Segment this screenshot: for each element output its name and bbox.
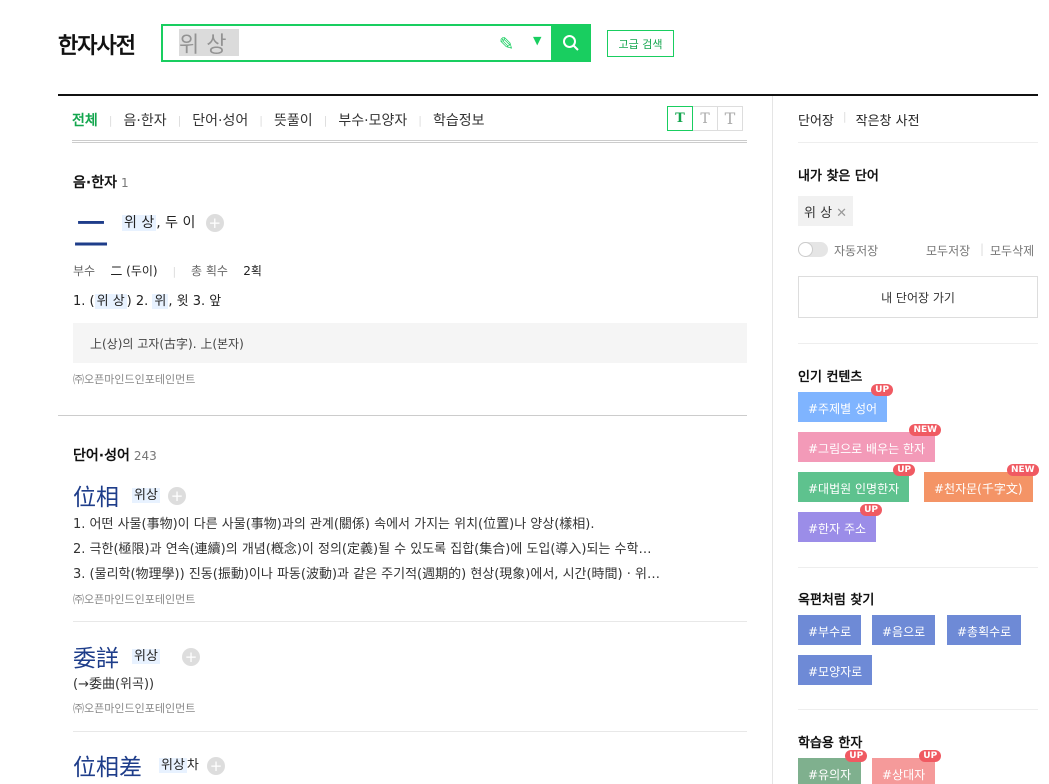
- go-wordbook-button[interactable]: 내 단어장 가기: [798, 276, 1038, 318]
- sidebar-header: 단어장 | 작은창 사전: [798, 110, 920, 129]
- save-all-button[interactable]: 모두저장: [926, 242, 970, 259]
- okpyeon-tag[interactable]: #음으로: [872, 615, 936, 645]
- okpyeon-tag[interactable]: #총획수로: [947, 615, 1022, 645]
- popular-tag[interactable]: #그림으로 배우는 한자 NEW: [798, 424, 942, 462]
- popular-tag[interactable]: #천자문(千字文) NEW: [924, 464, 1039, 502]
- text-size-large[interactable]: T: [717, 106, 743, 131]
- advanced-search-button[interactable]: 고급 검색: [607, 30, 674, 57]
- search-icon: [563, 35, 579, 51]
- status-badge: UP: [860, 504, 883, 516]
- handwriting-pen-icon[interactable]: ✎: [499, 34, 514, 55]
- hanja-char[interactable]: 二: [73, 205, 109, 257]
- popular-tag[interactable]: #한자 주소 UP: [798, 504, 883, 542]
- text-selection: [179, 29, 239, 56]
- delete-all-button[interactable]: 모두삭제: [990, 242, 1034, 259]
- okpyeon-tag[interactable]: #모양자로: [798, 655, 873, 685]
- mini-dictionary-link[interactable]: 작은창 사전: [856, 110, 920, 129]
- hanja-note: 上(상)의 고자(古字). 上(본자): [73, 323, 747, 363]
- word-reading: 위상 +: [132, 484, 187, 505]
- word-reading: 위상 +: [132, 645, 201, 666]
- tab-sound-hanja[interactable]: 음·한자: [123, 110, 166, 130]
- text-size-small[interactable]: T: [667, 106, 693, 131]
- section-count: 1: [120, 176, 129, 190]
- add-wordbook-icon[interactable]: +: [207, 756, 226, 775]
- popular-tag[interactable]: #대법원 인명한자 UP: [798, 464, 916, 502]
- result-tabs: 전체 | 음·한자 | 단어·성어 | 뜻풀이 | 부수·모양자 | 학습정보: [72, 110, 484, 130]
- section-count: 243: [133, 449, 157, 463]
- text-size-controls: T T T: [667, 106, 743, 131]
- recent-word-chip[interactable]: 위 상 ✕: [798, 196, 853, 226]
- word-hanja[interactable]: 位相: [73, 478, 119, 512]
- search-box[interactable]: ✎ ▼: [161, 24, 591, 62]
- app-logo[interactable]: 한자사전: [58, 28, 136, 60]
- section-title-hanja: 음·한자 1: [73, 175, 129, 191]
- word-definition: 2. 극한(極限)과 연속(連續)의 개념(槪念)이 정의(定義)될 수 있도록…: [73, 542, 652, 557]
- search-button[interactable]: [551, 24, 591, 62]
- status-badge: UP: [871, 384, 894, 396]
- wordbook-link[interactable]: 단어장: [798, 110, 834, 129]
- hanja-reading: 위 상, 두 이 +: [122, 212, 224, 232]
- status-badge: NEW: [909, 424, 942, 436]
- add-wordbook-icon[interactable]: +: [205, 214, 224, 232]
- add-wordbook-icon[interactable]: +: [168, 486, 187, 505]
- my-words-title: 내가 찾은 단어: [798, 169, 879, 184]
- item-divider: [73, 731, 747, 732]
- hanja-meanings: 1. (위 상) 2. 위, 윗 3. 앞: [73, 294, 222, 309]
- tab-words-idioms[interactable]: 단어·성어: [192, 110, 248, 130]
- status-badge: UP: [845, 750, 868, 762]
- tab-study-info[interactable]: 학습정보: [433, 110, 485, 130]
- item-divider: [73, 621, 747, 622]
- popular-tag[interactable]: #주제별 성어 UP: [798, 384, 894, 422]
- tab-meaning[interactable]: 뜻풀이: [274, 110, 313, 130]
- tab-underline: [72, 140, 747, 143]
- word-definition: 3. (물리학(物理學)) 진동(振動)이나 파동(波動)과 같은 주기적(週期…: [73, 567, 660, 582]
- study-hanja-title: 학습용 한자: [798, 736, 863, 751]
- word-reading: 위상 차 +: [159, 754, 226, 775]
- autosave-toggle[interactable]: [798, 242, 828, 257]
- status-badge: UP: [893, 464, 916, 476]
- autosave-label: 자동저장: [834, 244, 879, 258]
- chevron-down-icon[interactable]: ▼: [533, 34, 541, 47]
- tab-radical[interactable]: 부수·모양자: [338, 110, 407, 130]
- source-credit: ㈜오픈마인드인포테인먼트: [73, 702, 196, 715]
- status-badge: NEW: [1006, 464, 1039, 476]
- sidebar-divider: [772, 96, 773, 784]
- study-tag[interactable]: #유의자 UP: [798, 750, 868, 784]
- popular-title: 인기 컨텐츠: [798, 370, 863, 385]
- status-badge: UP: [919, 750, 942, 762]
- word-definition: (→委曲(위곡)): [73, 677, 155, 692]
- word-hanja[interactable]: 委詳: [73, 639, 119, 673]
- add-wordbook-icon[interactable]: +: [182, 647, 201, 666]
- radical-value[interactable]: 二 (두이): [110, 264, 157, 278]
- okpyeon-title: 옥편처럼 찾기: [798, 593, 875, 608]
- source-credit: ㈜오픈마인드인포테인먼트: [73, 593, 196, 606]
- word-hanja[interactable]: 位相差: [73, 748, 142, 782]
- text-size-medium[interactable]: T: [692, 106, 718, 131]
- word-definition: 1. 어떤 사물(事物)이 다른 사물(事物)과의 관계(關係) 속에서 가지는…: [73, 517, 595, 532]
- close-icon[interactable]: ✕: [836, 206, 847, 221]
- section-title-words: 단어·성어 243: [73, 448, 157, 464]
- study-tag[interactable]: #상대자 UP: [872, 750, 942, 784]
- source-credit: ㈜오픈마인드인포테인먼트: [73, 373, 196, 386]
- header-divider: [58, 94, 1038, 96]
- tab-all[interactable]: 전체: [72, 110, 98, 130]
- section-divider: [58, 415, 747, 416]
- hanja-meta: 부수 二 (두이) | 총 획수 2획: [73, 264, 262, 278]
- okpyeon-tag[interactable]: #부수로: [798, 615, 862, 645]
